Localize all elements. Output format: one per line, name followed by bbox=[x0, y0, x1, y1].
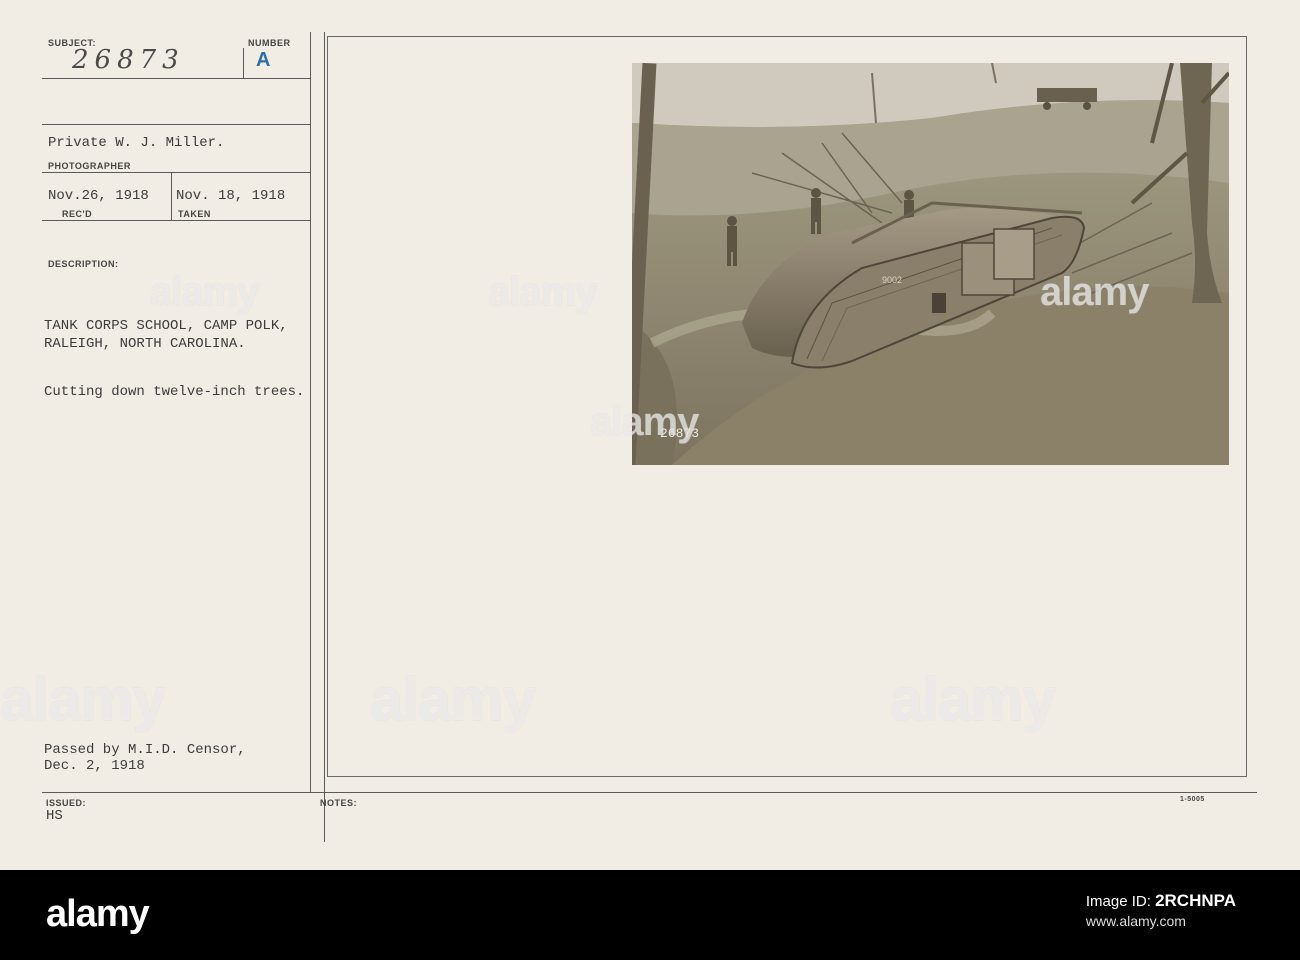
form-number: 1-5005 bbox=[1180, 796, 1205, 803]
description-line-1: TANK CORPS SCHOOL, CAMP POLK, bbox=[44, 318, 288, 334]
taken-label: TAKEN bbox=[178, 209, 211, 219]
number-divider bbox=[243, 48, 244, 78]
photographer-name: Private W. J. Miller. bbox=[48, 135, 225, 151]
photographer-rule bbox=[42, 172, 310, 173]
received-date: Nov.26, 1918 bbox=[48, 188, 149, 204]
tank-photograph: 9002 bbox=[632, 63, 1229, 465]
number-label: NUMBER bbox=[248, 38, 291, 48]
image-id: 2RCHNPA bbox=[1155, 891, 1236, 910]
description-line-2: RALEIGH, NORTH CAROLINA. bbox=[44, 336, 246, 352]
record-card: SUBJECT: 26873 NUMBER A Private W. J. Mi… bbox=[0, 0, 1300, 870]
watermark-lower-left: alamy bbox=[0, 666, 166, 733]
censor-line-1: Passed by M.I.D. Censor, bbox=[44, 742, 246, 758]
subject-rule bbox=[42, 78, 310, 79]
notes-label: NOTES: bbox=[320, 798, 358, 808]
photo-caption: Cutting down twelve-inch trees. bbox=[44, 384, 305, 400]
photographer-label: PHOTOGRAPHER bbox=[48, 161, 131, 171]
number-value: A bbox=[256, 49, 271, 71]
watermark-left: alamy bbox=[150, 270, 259, 314]
watermark-center: alamy bbox=[488, 270, 597, 314]
issued-rule bbox=[42, 792, 1257, 793]
image-id-row: Image ID: 2RCHNPA bbox=[1086, 890, 1236, 913]
subject-value: 26873 bbox=[72, 45, 185, 75]
taken-date: Nov. 18, 1918 bbox=[176, 188, 286, 204]
footer-meta: Image ID: 2RCHNPA www.alamy.com bbox=[1086, 890, 1236, 929]
image-id-label: Image ID: bbox=[1085, 893, 1151, 910]
vertical-divider-notes bbox=[324, 32, 325, 842]
watermark-lower-center: alamy bbox=[370, 666, 536, 733]
issued-label: ISSUED: bbox=[46, 798, 87, 808]
received-label: REC'D bbox=[62, 209, 93, 219]
tank-photograph-drawing: 9002 bbox=[632, 63, 1229, 465]
watermark-right: alamy bbox=[1040, 270, 1149, 314]
censor-line-2: Dec. 2, 1918 bbox=[44, 758, 145, 774]
tank-number: 9002 bbox=[882, 275, 902, 285]
dates-divider bbox=[171, 172, 172, 220]
footer-logo[interactable]: alamy bbox=[46, 893, 150, 936]
description-label: DESCRIPTION: bbox=[48, 259, 119, 269]
watermark-mid-left: alamy bbox=[590, 400, 699, 444]
header-rule bbox=[42, 124, 310, 125]
dates-rule bbox=[42, 220, 310, 221]
footer-url[interactable]: www.alamy.com bbox=[1086, 913, 1236, 929]
watermark-lower-right: alamy bbox=[890, 666, 1056, 733]
issued-value: HS bbox=[46, 808, 63, 824]
vertical-divider-left bbox=[310, 32, 311, 792]
